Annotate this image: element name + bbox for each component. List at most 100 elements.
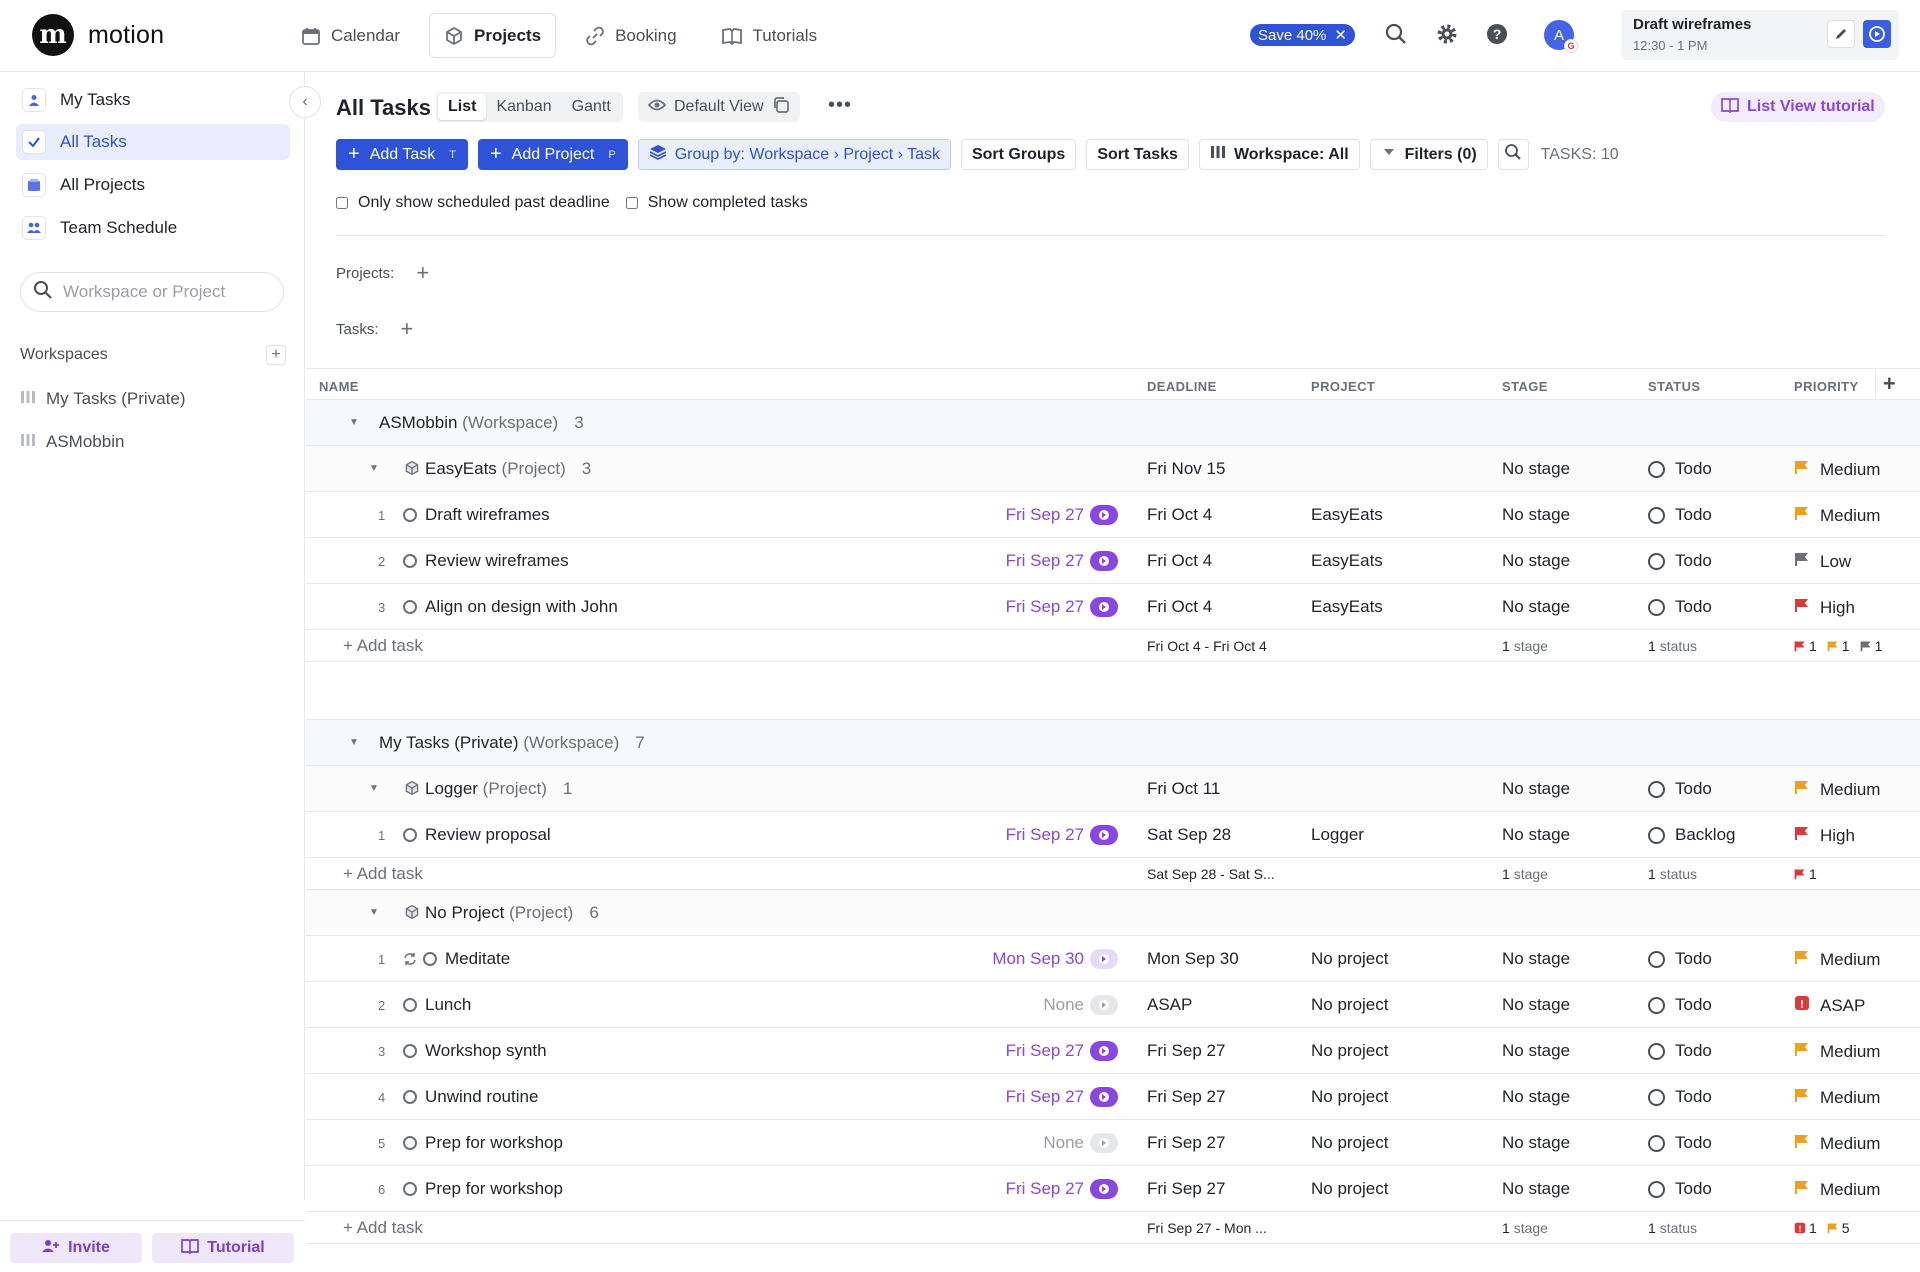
project-cell[interactable]: No project [1311, 1133, 1388, 1153]
project-group-row[interactable]: ▼ EasyEats (Project) 3 Fri Nov 15 No stage To… [306, 446, 1920, 492]
task-name[interactable]: Review wireframes [425, 551, 569, 571]
task-complete-checkbox[interactable] [403, 1136, 417, 1150]
caret-down-icon[interactable]: ▼ [369, 463, 379, 474]
priority-cell[interactable]: Medium [1794, 1087, 1880, 1108]
stage-cell[interactable]: No stage [1502, 505, 1570, 525]
add-workspace-button[interactable]: + [266, 345, 286, 365]
task-complete-checkbox[interactable] [403, 600, 417, 614]
deadline-cell[interactable]: ASAP [1147, 995, 1192, 1015]
status-cell[interactable]: Todo [1648, 1087, 1712, 1107]
deadline-cell[interactable]: Fri Nov 15 [1147, 459, 1225, 479]
stage-cell[interactable]: No stage [1502, 779, 1570, 799]
add-column-button[interactable]: + [1875, 369, 1903, 399]
status-cell[interactable]: Todo [1648, 1179, 1712, 1199]
deadline-cell[interactable]: Fri Oct 4 [1147, 505, 1212, 525]
priority-cell[interactable]: Medium [1794, 459, 1880, 480]
tab-kanban[interactable]: Kanban [486, 94, 561, 120]
table-row[interactable]: 1 Meditate Mon Sep 30 Mon Sep 30 No project N… [306, 936, 1920, 982]
col-stage[interactable]: STAGE [1502, 379, 1548, 394]
close-icon[interactable]: ✕ [1334, 26, 1347, 44]
task-name[interactable]: Align on design with John [425, 597, 618, 617]
pencil-icon[interactable] [1827, 20, 1855, 48]
stage-cell[interactable]: No stage [1502, 825, 1570, 845]
task-complete-checkbox[interactable] [423, 952, 437, 966]
tab-gantt[interactable]: Gantt [562, 94, 621, 120]
project-cell[interactable]: EasyEats [1311, 597, 1383, 617]
search-icon[interactable] [1384, 22, 1408, 51]
project-group-row[interactable]: ▼ No Project (Project) 6 [306, 890, 1920, 936]
task-name[interactable]: Meditate [445, 949, 510, 969]
task-complete-checkbox[interactable] [403, 1182, 417, 1196]
play-icon[interactable] [1863, 20, 1891, 48]
deadline-cell[interactable]: Fri Oct 4 [1147, 551, 1212, 571]
deadline-cell[interactable]: Fri Sep 27 [1147, 1041, 1225, 1061]
caret-down-icon[interactable]: ▼ [349, 737, 359, 748]
table-row[interactable]: 1 Draft wireframes Fri Sep 27 Fri Oct 4 Easy… [306, 492, 1920, 538]
status-cell[interactable]: Todo [1648, 995, 1712, 1015]
show-completed-option[interactable]: Show completed tasks [625, 194, 808, 212]
nav-booking[interactable]: Booking [570, 13, 691, 58]
project-cell[interactable]: Logger [1311, 825, 1364, 845]
stage-cell[interactable]: No stage [1502, 551, 1570, 571]
show-completed-checkbox[interactable] [625, 197, 638, 209]
scheduled-date[interactable]: Fri Sep 27 [1006, 825, 1084, 845]
project-cell[interactable]: No project [1311, 995, 1388, 1015]
stage-cell[interactable]: No stage [1502, 1133, 1570, 1153]
search-tasks-button[interactable] [1497, 139, 1529, 170]
auto-schedule-toggle-icon[interactable] [1090, 1041, 1118, 1061]
add-task-filter-icon[interactable]: + [401, 318, 414, 340]
stage-cell[interactable]: No stage [1502, 1087, 1570, 1107]
priority-cell[interactable]: Medium [1794, 505, 1880, 526]
priority-cell[interactable]: Medium [1794, 1179, 1880, 1200]
table-row[interactable]: 2 Review wireframes Fri Sep 27 Fri Oct 4 Eas… [306, 538, 1920, 584]
scheduled-date[interactable]: None [1043, 995, 1084, 1015]
add-task-button[interactable]: + Add task [343, 1218, 423, 1238]
auto-schedule-toggle-icon[interactable] [1090, 505, 1118, 525]
priority-cell[interactable]: High [1794, 597, 1855, 618]
auto-schedule-toggle-icon[interactable] [1090, 1179, 1118, 1199]
scheduled-date[interactable]: Fri Sep 27 [1006, 551, 1084, 571]
invite-button[interactable]: Invite [10, 1233, 142, 1263]
caret-down-icon[interactable]: ▼ [369, 907, 379, 918]
col-priority[interactable]: PRIORITY [1794, 379, 1859, 394]
task-complete-checkbox[interactable] [403, 998, 417, 1012]
help-icon[interactable]: ? [1485, 22, 1509, 51]
auto-schedule-toggle-icon[interactable] [1090, 1133, 1118, 1153]
project-cell[interactable]: No project [1311, 949, 1388, 969]
auto-schedule-toggle-icon[interactable] [1090, 551, 1118, 571]
stage-cell[interactable]: No stage [1502, 949, 1570, 969]
table-row[interactable]: 1 Review proposal Fri Sep 27 Sat Sep 28 Logg… [306, 812, 1920, 858]
copy-icon[interactable] [772, 96, 790, 119]
add-task-button[interactable]: + Add task [343, 636, 423, 656]
priority-cell[interactable]: Medium [1794, 779, 1880, 800]
status-cell[interactable]: Backlog [1648, 825, 1735, 845]
scheduled-date[interactable]: Mon Sep 30 [992, 949, 1084, 969]
more-options-icon[interactable]: ••• [828, 94, 852, 117]
auto-schedule-toggle-icon[interactable] [1090, 1087, 1118, 1107]
deadline-cell[interactable]: Sat Sep 28 [1147, 825, 1231, 845]
task-complete-checkbox[interactable] [403, 554, 417, 568]
app-logo[interactable]: m motion [32, 14, 164, 56]
workspace-item[interactable]: ASMobbin [20, 432, 124, 452]
status-cell[interactable]: Todo [1648, 1133, 1712, 1153]
col-name[interactable]: NAME [319, 379, 359, 394]
tutorial-button[interactable]: Tutorial [152, 1233, 294, 1263]
collapse-sidebar-button[interactable]: ‹ [289, 86, 321, 118]
workspace-group-row[interactable]: ▼ ASMobbin (Workspace) 3 [306, 400, 1920, 446]
default-view-selector[interactable]: Default View [638, 92, 800, 122]
task-complete-checkbox[interactable] [403, 828, 417, 842]
col-deadline[interactable]: DEADLINE [1147, 379, 1217, 394]
workspace-group-row[interactable]: ▼ My Tasks (Private) (Workspace) 7 [306, 720, 1920, 766]
add-task-button[interactable]: + Add task [343, 864, 423, 884]
auto-schedule-toggle-icon[interactable] [1090, 995, 1118, 1015]
deadline-cell[interactable]: Fri Sep 27 [1147, 1133, 1225, 1153]
task-name[interactable]: Review proposal [425, 825, 551, 845]
scheduled-date[interactable]: Fri Sep 27 [1006, 505, 1084, 525]
priority-cell[interactable]: High [1794, 825, 1855, 846]
past-deadline-option[interactable]: Only show scheduled past deadline [336, 194, 610, 212]
stage-cell[interactable]: No stage [1502, 995, 1570, 1015]
stage-cell[interactable]: No stage [1502, 597, 1570, 617]
group-by-button[interactable]: Group by: Workspace › Project › Task [637, 139, 951, 170]
workspace-filter-button[interactable]: Workspace: All [1198, 139, 1360, 170]
col-project[interactable]: PROJECT [1311, 379, 1375, 394]
